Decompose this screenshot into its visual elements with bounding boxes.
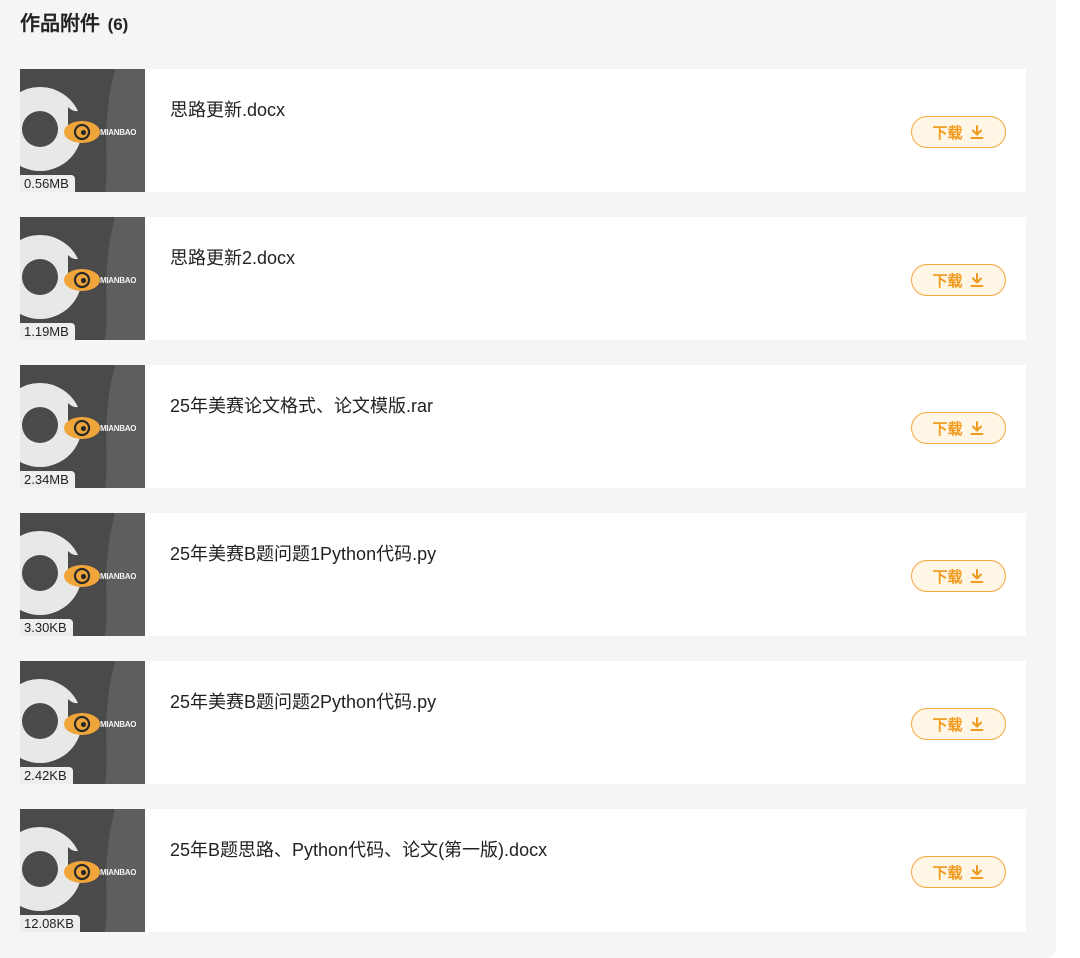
download-icon <box>970 569 983 583</box>
file-item: MIANBAO 2.34MB 25年美赛论文格式、论文模版.rar 下载 <box>20 365 1026 488</box>
download-button[interactable]: 下载 <box>911 412 1006 444</box>
attachments-panel: 作品附件 (6) MIANBAO 0.56MB 思路更新.docx 下载 MIA… <box>0 0 1056 958</box>
thumbnail-brand-text: MIANBAO <box>100 720 137 729</box>
file-thumbnail: MIANBAO 2.34MB <box>20 365 145 488</box>
download-button[interactable]: 下载 <box>911 116 1006 148</box>
file-size: 2.34MB <box>20 471 75 488</box>
download-button[interactable]: 下载 <box>911 264 1006 296</box>
file-name[interactable]: 25年美赛B题问题2Python代码.py <box>170 691 436 713</box>
file-name[interactable]: 25年美赛论文格式、论文模版.rar <box>170 395 433 417</box>
file-size: 0.56MB <box>20 175 75 192</box>
file-name[interactable]: 25年B题思路、Python代码、论文(第一版).docx <box>170 839 547 861</box>
file-name[interactable]: 思路更新.docx <box>170 99 285 121</box>
download-label: 下载 <box>932 272 963 290</box>
download-label: 下载 <box>932 716 963 734</box>
file-item: MIANBAO 12.08KB 25年B题思路、Python代码、论文(第一版)… <box>20 809 1026 932</box>
file-name[interactable]: 25年美赛B题问题1Python代码.py <box>170 543 436 565</box>
file-size: 2.42KB <box>20 767 73 784</box>
file-thumbnail: MIANBAO 2.42KB <box>20 661 145 784</box>
file-item: MIANBAO 2.42KB 25年美赛B题问题2Python代码.py 下载 <box>20 661 1026 784</box>
file-thumbnail: MIANBAO 1.19MB <box>20 217 145 340</box>
section-title-text: 作品附件 <box>20 13 100 35</box>
thumbnail-brand-text: MIANBAO <box>100 572 137 581</box>
download-label: 下载 <box>932 568 963 586</box>
file-thumbnail: MIANBAO 12.08KB <box>20 809 145 932</box>
download-icon <box>970 125 983 139</box>
download-icon <box>970 421 983 435</box>
download-label: 下载 <box>932 420 963 438</box>
download-icon <box>970 865 983 879</box>
file-item: MIANBAO 3.30KB 25年美赛B题问题1Python代码.py 下载 <box>20 513 1026 636</box>
download-icon <box>970 717 983 731</box>
download-label: 下载 <box>932 864 963 882</box>
download-icon <box>970 273 983 287</box>
thumbnail-brand-text: MIANBAO <box>100 868 137 877</box>
file-item: MIANBAO 0.56MB 思路更新.docx 下载 <box>20 69 1026 192</box>
file-thumbnail: MIANBAO 0.56MB <box>20 69 145 192</box>
file-size: 12.08KB <box>20 915 80 932</box>
download-label: 下载 <box>932 124 963 142</box>
file-item: MIANBAO 1.19MB 思路更新2.docx 下载 <box>20 217 1026 340</box>
download-button[interactable]: 下载 <box>911 856 1006 888</box>
file-name[interactable]: 思路更新2.docx <box>170 247 295 269</box>
thumbnail-brand-text: MIANBAO <box>100 276 137 285</box>
section-title: 作品附件 (6) <box>20 12 128 36</box>
thumbnail-brand-text: MIANBAO <box>100 128 137 137</box>
attachment-count: (6) <box>107 15 129 34</box>
thumbnail-brand-text: MIANBAO <box>100 424 137 433</box>
file-list: MIANBAO 0.56MB 思路更新.docx 下载 MIANBAO 1.19… <box>20 69 1026 957</box>
file-thumbnail: MIANBAO 3.30KB <box>20 513 145 636</box>
file-size: 1.19MB <box>20 323 75 340</box>
download-button[interactable]: 下载 <box>911 708 1006 740</box>
file-size: 3.30KB <box>20 619 73 636</box>
download-button[interactable]: 下载 <box>911 560 1006 592</box>
